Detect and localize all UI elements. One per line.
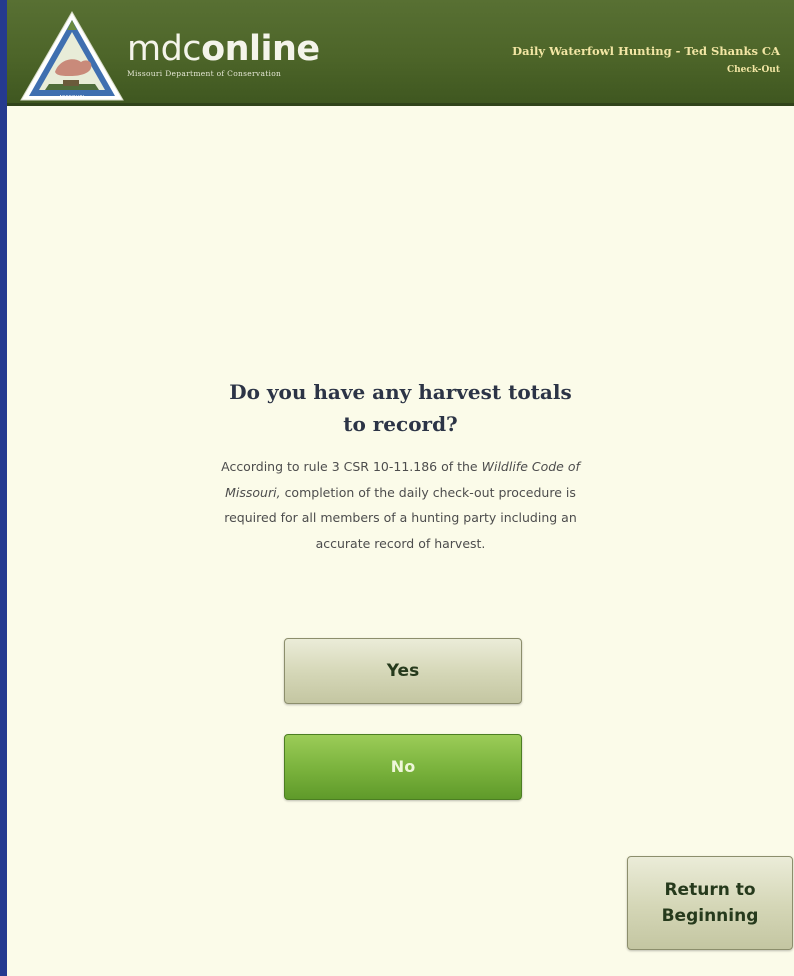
brand-name: mdconline <box>127 30 357 68</box>
page-title: Daily Waterfowl Hunting - Ted Shanks CA <box>512 44 780 58</box>
return-button-label-line1: Return to <box>664 880 756 900</box>
app-screen: MISSOURI mdconline Missouri Department o… <box>7 0 794 976</box>
return-to-beginning-button[interactable]: Return to Beginning <box>627 856 793 950</box>
harvest-question: Do you have any harvest totals to record… <box>7 376 794 556</box>
header-bar: MISSOURI mdconline Missouri Department o… <box>7 0 794 106</box>
logo-graphic: MISSOURI <box>20 11 124 101</box>
question-title: Do you have any harvest totals to record… <box>229 380 572 436</box>
question-body-prefix: According to rule 3 CSR 10-11.186 of the <box>221 459 478 474</box>
mdc-triangle-logo-icon: MISSOURI <box>19 10 125 102</box>
brand-name-light: mdc <box>127 29 202 69</box>
brand-tagline: Missouri Department of Conservation <box>127 69 282 78</box>
brand-name-bold: online <box>201 29 320 69</box>
header-context: Daily Waterfowl Hunting - Ted Shanks CA … <box>512 44 780 77</box>
no-button[interactable]: No <box>284 734 522 800</box>
page-subtitle: Check-Out <box>726 65 780 75</box>
svg-text:MISSOURI: MISSOURI <box>60 95 85 101</box>
question-body: According to rule 3 CSR 10-11.186 of the… <box>206 454 596 556</box>
brand-logo: mdconline Missouri Department of Conserv… <box>127 30 357 90</box>
return-button-label-line2: Beginning <box>661 906 759 926</box>
yes-button[interactable]: Yes <box>284 638 522 704</box>
